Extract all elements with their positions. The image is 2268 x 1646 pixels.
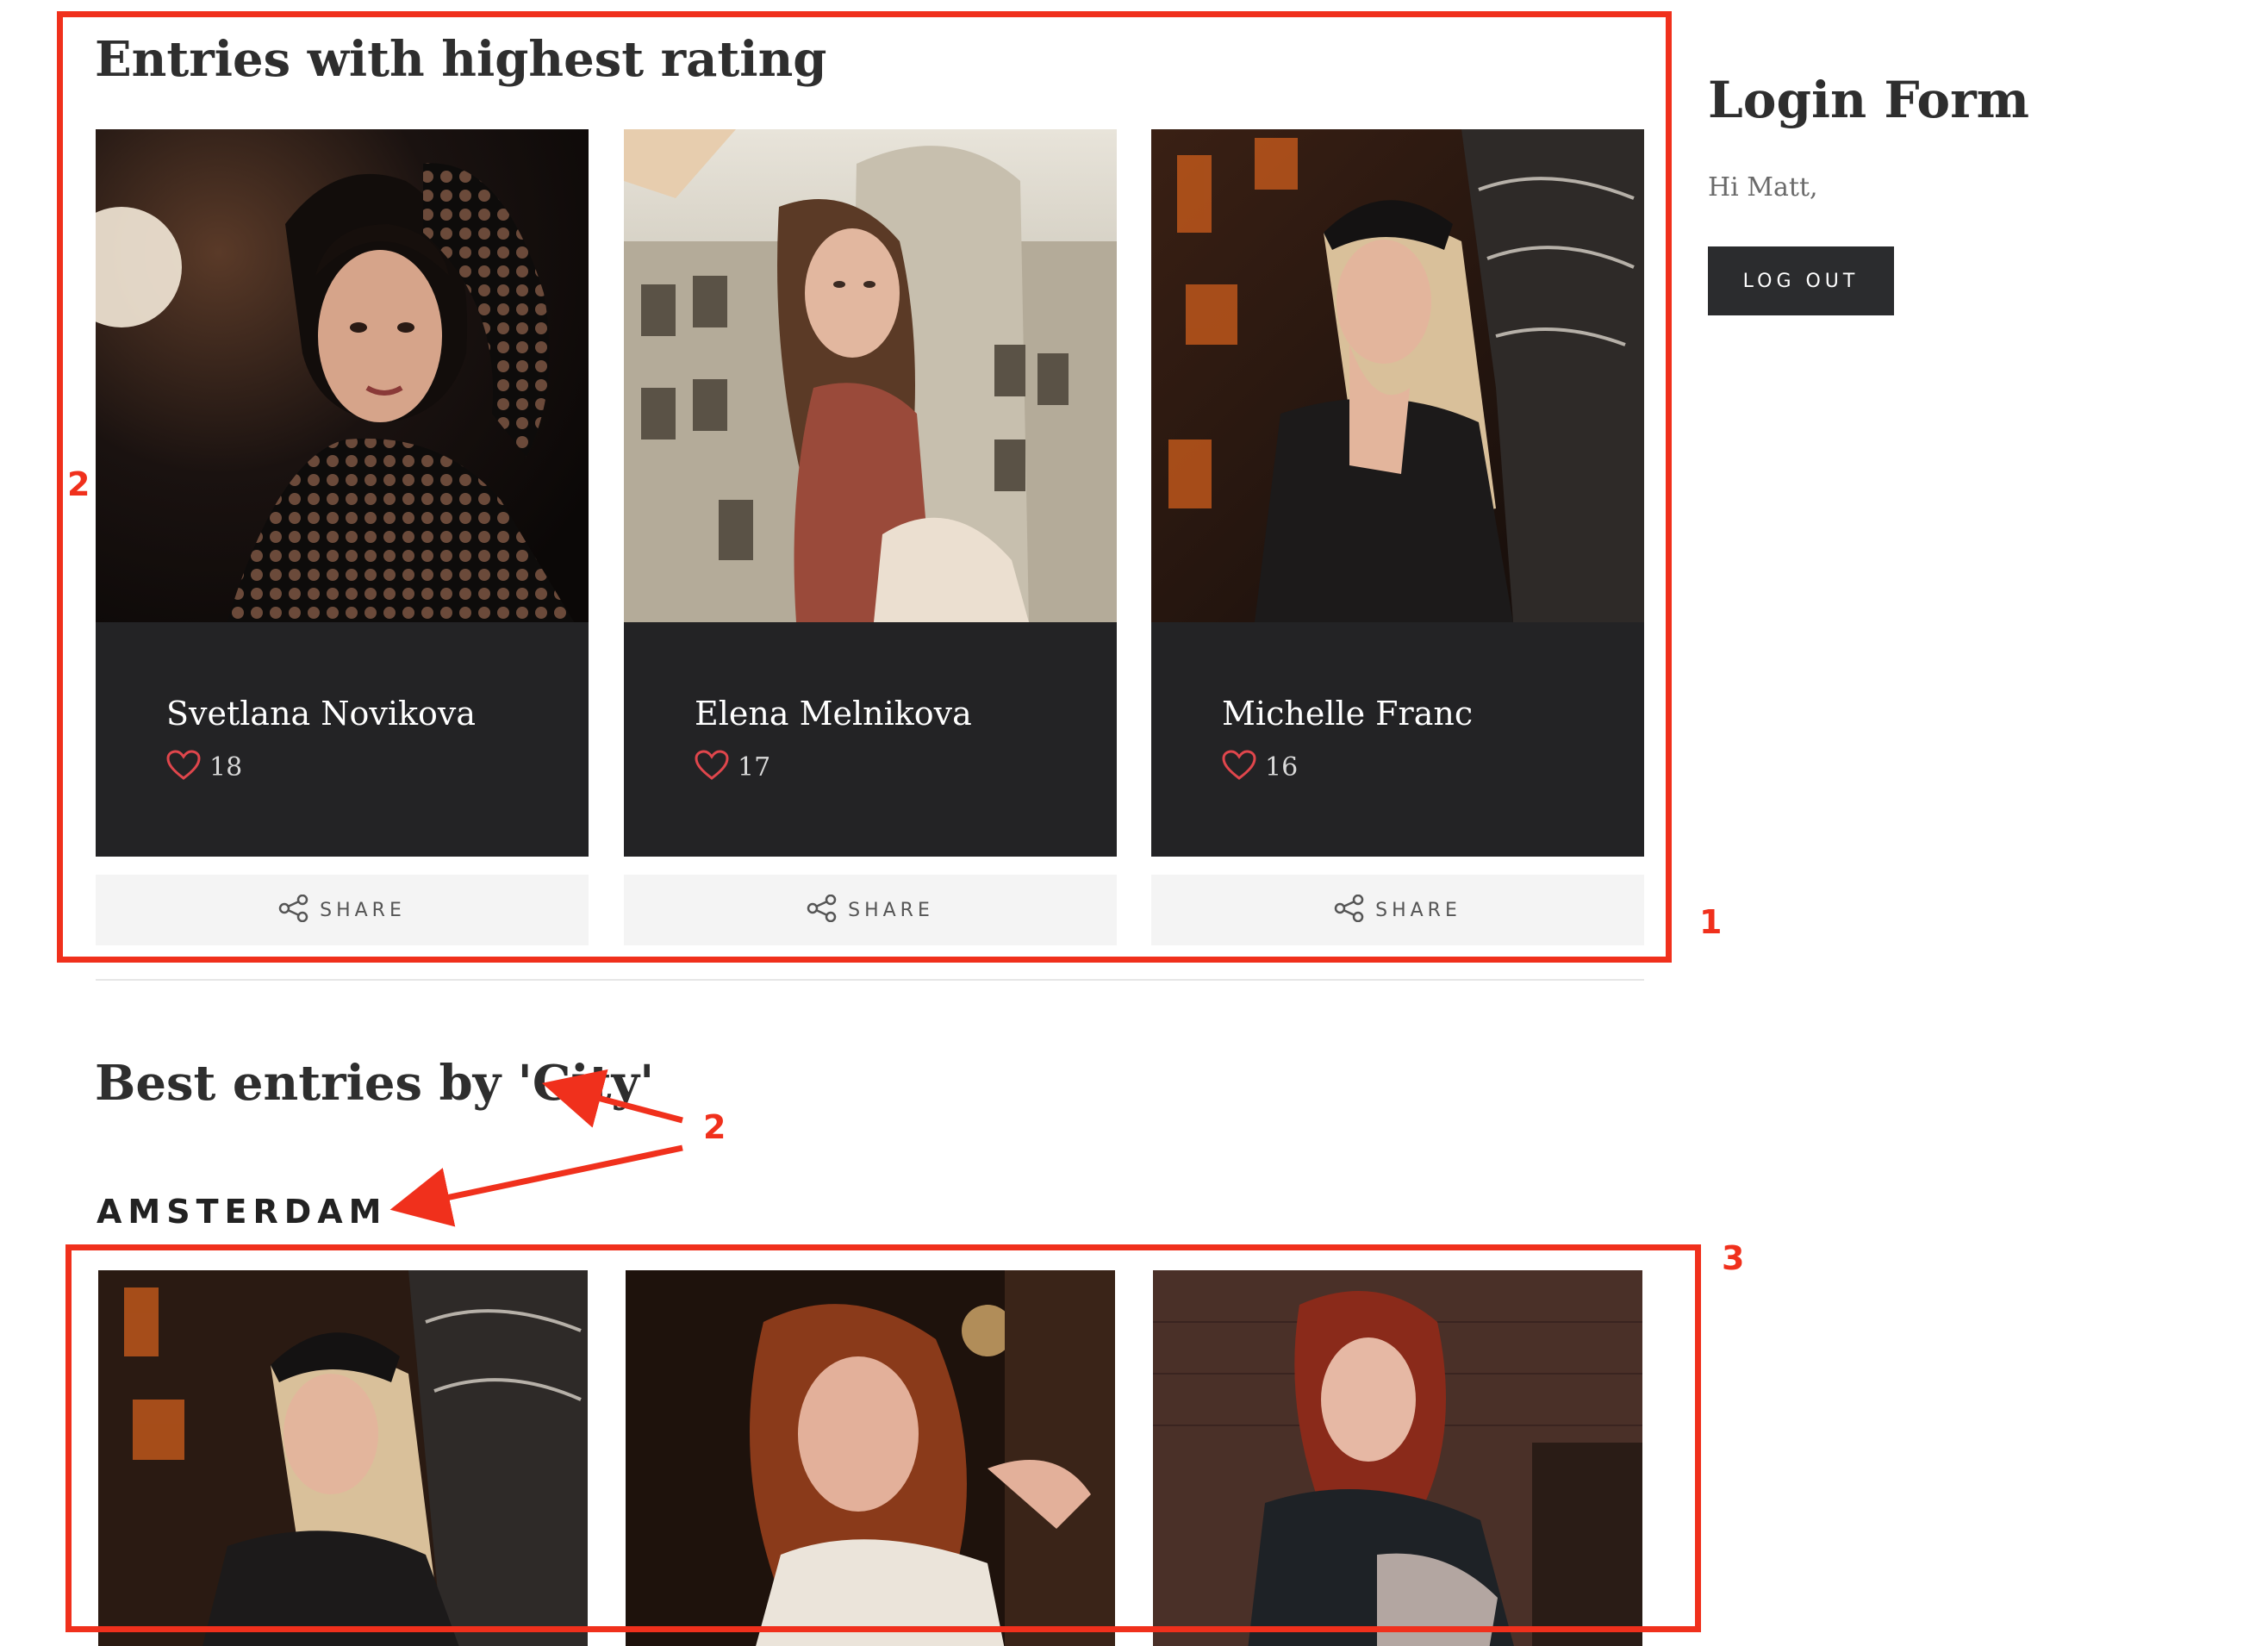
annotation-number-1: 1 (1699, 903, 1723, 941)
city-heading: AMSTERDAM (97, 1193, 388, 1231)
login-form-title: Login Form (1708, 71, 2030, 129)
annotation-number-2: 2 (703, 1108, 726, 1146)
logout-button[interactable]: LOG OUT (1708, 246, 1894, 315)
annotation-arrows (389, 1069, 683, 1227)
section-divider (96, 979, 1644, 981)
user-greeting: Hi Matt, (1708, 172, 1818, 203)
annotation-number-2-left: 2 (67, 465, 90, 503)
annotation-number-3: 3 (1722, 1239, 1745, 1277)
annotation-box-1 (57, 11, 1672, 963)
annotation-box-3 (65, 1244, 1701, 1632)
